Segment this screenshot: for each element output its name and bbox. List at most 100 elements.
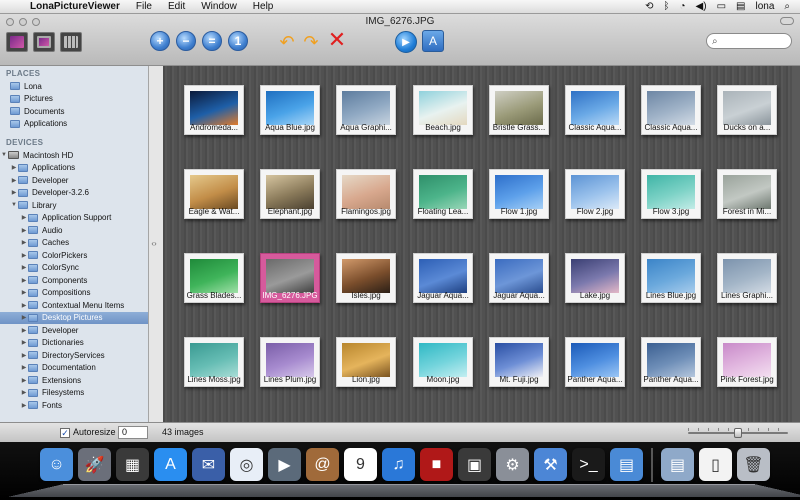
user-menu[interactable]: lona [755,1,774,12]
slider-knob[interactable] [734,428,742,438]
tree-item[interactable]: ▶ Fonts [0,399,148,412]
tree-item[interactable]: ▶ Developer [0,174,148,187]
preview-icon[interactable]: ▤ [610,448,643,481]
tree-item[interactable]: ▶ Contextual Menu Items [0,299,148,312]
image-thumbnail[interactable]: Lion.jpg [335,337,397,387]
disclosure-triangle-icon[interactable]: ▶ [20,327,28,334]
disclosure-triangle-icon[interactable]: ▶ [20,339,28,346]
disclosure-triangle-icon[interactable]: ▶ [20,264,28,271]
view-mode-filmstrip-button[interactable] [33,32,55,52]
sidebar-place-applications[interactable]: Applications [0,118,148,131]
image-thumbnail[interactable]: Flow 2.jpg [564,169,626,219]
disclosure-triangle-icon[interactable]: ▶ [20,239,28,246]
image-thumbnail[interactable]: IMG_6276.JPG [259,253,321,303]
image-app-icon[interactable]: ▣ [458,448,491,481]
image-thumbnail[interactable]: Mt. Fuji.jpg [488,337,550,387]
image-thumbnail[interactable]: Lines Graphi... [716,253,778,303]
tree-item[interactable]: ▶ Developer-3.2.6 [0,187,148,200]
trash-icon[interactable]: 🗑 [737,448,770,481]
slideshow-button[interactable]: ▶ [395,31,417,53]
disclosure-triangle-icon[interactable]: ▶ [20,402,28,409]
image-thumbnail[interactable]: Isles.jpg [335,253,397,303]
disclosure-triangle-icon[interactable]: ▶ [20,314,28,321]
image-thumbnail[interactable]: Flow 1.jpg [488,169,550,219]
applications-folder-icon[interactable]: ▤ [661,448,694,481]
menu-window[interactable]: Window [193,1,245,12]
disclosure-triangle-icon[interactable]: ▶ [20,289,28,296]
vertical-scrollbar[interactable] [792,66,800,422]
image-thumbnail[interactable]: Flow 3.jpg [640,169,702,219]
disclosure-triangle-icon[interactable]: ▶ [20,352,28,359]
disclosure-triangle-icon[interactable]: ▼ [0,152,8,158]
sidebar-place-pictures[interactable]: Pictures [0,93,148,106]
tree-item[interactable]: ▶ Caches [0,237,148,250]
tree-item[interactable]: ▶ Documentation [0,362,148,375]
spotlight-icon[interactable]: ⌕ [784,1,790,12]
app-menu[interactable]: LonaPictureViewer [22,1,128,12]
zoom-in-button[interactable]: + [150,31,170,51]
zoom-out-button[interactable]: − [176,31,196,51]
image-thumbnail[interactable]: Jaguar Aqua... [488,253,550,303]
image-thumbnail[interactable]: Eagle & Wat... [183,169,245,219]
disclosure-triangle-icon[interactable]: ▶ [20,252,28,259]
disclosure-triangle-icon[interactable]: ▶ [20,227,28,234]
tree-item[interactable]: ▶ Compositions [0,287,148,300]
image-thumbnail[interactable]: Elephant.jpg [259,169,321,219]
image-thumbnail[interactable]: Classic Aqua... [640,85,702,135]
tree-item[interactable]: ▶ Audio [0,224,148,237]
image-thumbnail[interactable]: Grass Blades... [183,253,245,303]
image-thumbnail[interactable]: Pink Forest.jpg [716,337,778,387]
tree-item[interactable]: ▶ Developer [0,324,148,337]
facetime-icon[interactable]: ▶ [268,448,301,481]
image-thumbnail[interactable]: Forest in Mi... [716,169,778,219]
battery-icon[interactable]: ▭ [717,1,726,12]
menu-file[interactable]: File [128,1,160,12]
mail-stamp-icon[interactable]: ✉ [192,448,225,481]
splitter-handle[interactable]: ‹› [149,239,159,248]
sidebar-place-documents[interactable]: Documents [0,105,148,118]
tree-item[interactable]: ▶ Desktop Pictures [0,311,148,324]
xcode-icon[interactable]: ⚒ [534,448,567,481]
rotate-left-button[interactable]: ↶ [276,31,298,53]
image-thumbnail[interactable]: Lines Blue.jpg [640,253,702,303]
safari-icon[interactable]: ◎ [230,448,263,481]
view-mode-grid-button[interactable] [60,32,82,52]
tree-item[interactable]: ▶ Applications [0,162,148,175]
disclosure-triangle-icon[interactable]: ▶ [10,177,18,184]
image-thumbnail[interactable]: Panther Aqua... [564,337,626,387]
menu-edit[interactable]: Edit [160,1,193,12]
ical-icon[interactable]: 9 [344,448,377,481]
tree-item[interactable]: ▶ Extensions [0,374,148,387]
rotate-right-button[interactable]: ↷ [300,31,322,53]
thumbnail-size-slider[interactable] [688,428,788,438]
tree-item[interactable]: ▶ DirectoryServices [0,349,148,362]
image-thumbnail[interactable]: Lines Plum.jpg [259,337,321,387]
itunes-icon[interactable]: ♫ [382,448,415,481]
flag-icon[interactable]: ▤ [736,1,745,12]
photo-booth-icon[interactable]: ■ [420,448,453,481]
tree-item[interactable]: ▶ Dictionaries [0,337,148,350]
tree-item[interactable]: ▶ ColorPickers [0,249,148,262]
mission-control-icon[interactable]: ▦ [116,448,149,481]
view-mode-single-button[interactable] [6,32,28,52]
system-preferences-icon[interactable]: ⚙ [496,448,529,481]
time-machine-icon[interactable]: ⟲ [645,1,653,12]
image-thumbnail[interactable]: Flamingos.jpg [335,169,397,219]
terminal-icon[interactable]: >_ [572,448,605,481]
menu-help[interactable]: Help [245,1,282,12]
finder-icon[interactable]: ☺ [40,448,73,481]
disclosure-triangle-icon[interactable]: ▶ [10,189,18,196]
disclosure-triangle-icon[interactable]: ▶ [20,277,28,284]
tree-item[interactable]: ▶ ColorSync [0,262,148,275]
image-thumbnail[interactable]: Ducks on a... [716,85,778,135]
bluetooth-icon[interactable]: ᛒ [664,1,670,12]
volume-icon[interactable]: ◀) [696,1,707,12]
sidebar-place-lona[interactable]: Lona [0,80,148,93]
image-thumbnail[interactable]: Lines Moss.jpg [183,337,245,387]
tree-item[interactable]: ▶ Application Support [0,212,148,225]
autoresize-value-field[interactable]: 0 [118,426,148,439]
launchpad-icon[interactable]: 🚀 [78,448,111,481]
autoresize-checkbox[interactable]: ✓ [60,428,70,438]
document-icon[interactable]: ▯ [699,448,732,481]
image-thumbnail[interactable]: Andromeda... [183,85,245,135]
